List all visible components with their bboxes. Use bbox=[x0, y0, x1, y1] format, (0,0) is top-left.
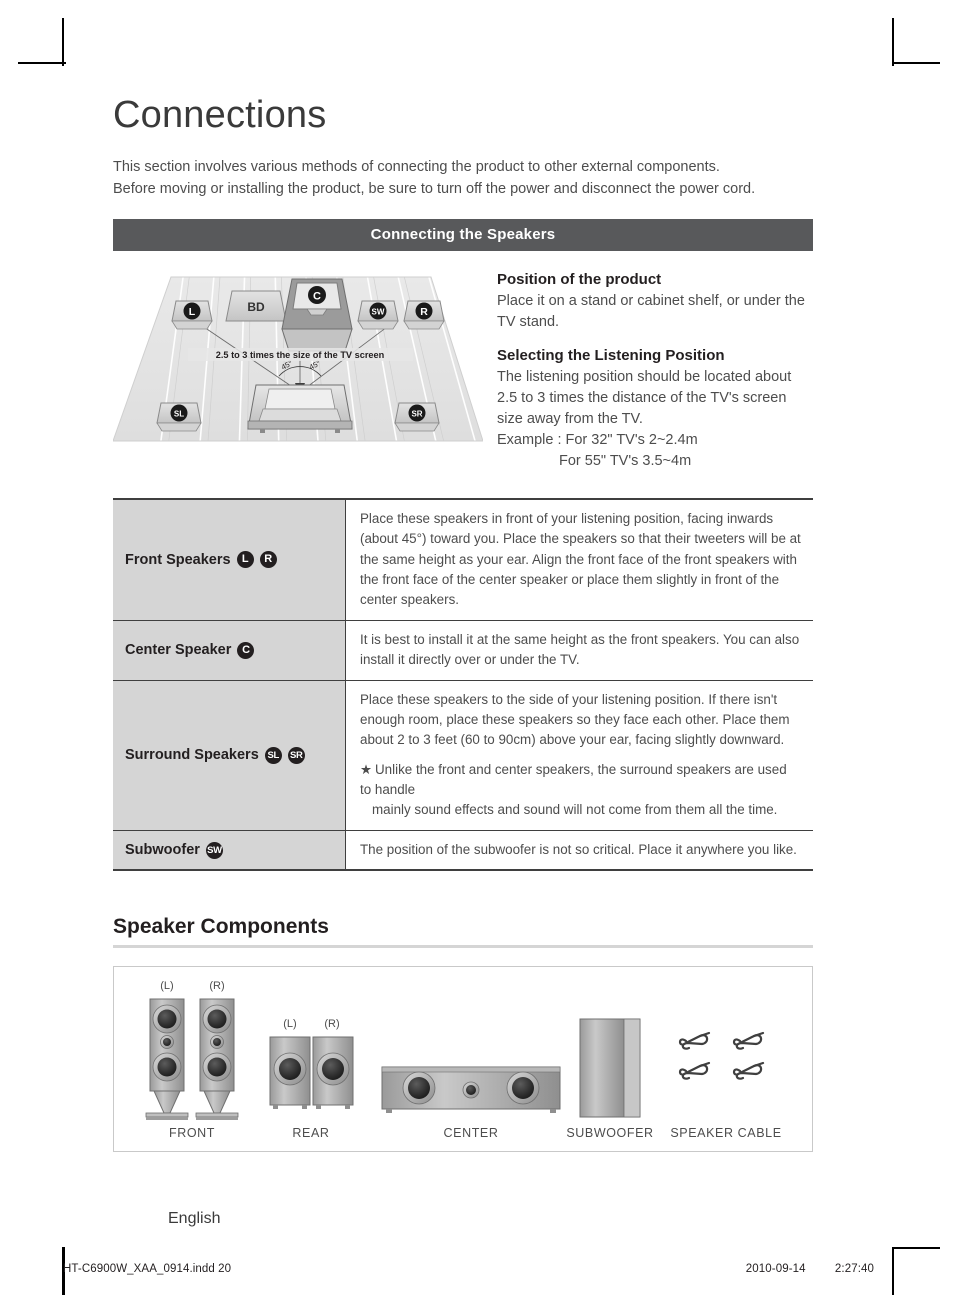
svg-text:FRONT: FRONT bbox=[169, 1126, 215, 1140]
note-text: Unlike the front and center speakers, th… bbox=[360, 761, 787, 798]
speaker-right: R bbox=[403, 300, 445, 330]
intro-line-2: Before moving or installing the product,… bbox=[113, 181, 756, 198]
speaker-left: L bbox=[171, 300, 213, 330]
crop-mark-top-left-h bbox=[18, 62, 66, 64]
position-info-column: Position of the product Place it on a st… bbox=[497, 263, 813, 472]
speaker-placement-table: Front Speakers L R Place these speakers … bbox=[113, 497, 814, 872]
tv-and-center-speaker: C bbox=[281, 278, 353, 352]
badge-sl-icon: SL bbox=[264, 746, 282, 764]
position-body-2-text: The listening position should be located… bbox=[497, 368, 792, 427]
crop-mark-top-left-v bbox=[62, 18, 64, 66]
rear-speaker-illustration: (L) (R) REAR bbox=[269, 1018, 354, 1140]
svg-text:SUBWOOFER: SUBWOOFER bbox=[566, 1126, 653, 1140]
table-row-label-front: Front Speakers L R bbox=[113, 498, 346, 621]
desc-main: Place these speakers to the side of your… bbox=[360, 691, 790, 748]
placement-overview: BD C L SW R SL SR 45° 45° 2.5 to 3 times… bbox=[112, 263, 813, 472]
row-label-text: Center Speaker bbox=[125, 642, 232, 659]
speaker-cable-caption: SPEAKER CABLE bbox=[670, 1126, 781, 1140]
language-label: English bbox=[168, 1210, 221, 1227]
svg-text:(R): (R) bbox=[209, 980, 224, 992]
speaker-surround-left: SL bbox=[156, 402, 202, 432]
svg-text:(L): (L) bbox=[283, 1018, 296, 1030]
position-body-2: The listening position should be located… bbox=[497, 367, 813, 472]
bd-unit: BD bbox=[225, 290, 287, 322]
speaker-surround-right: SR bbox=[394, 402, 440, 432]
svg-text:SL: SL bbox=[174, 409, 184, 418]
intro-paragraph: This section involves various methods of… bbox=[113, 156, 813, 201]
page-content: Connections This section involves variou… bbox=[112, 94, 814, 1153]
svg-text:CENTER: CENTER bbox=[444, 1126, 499, 1140]
footer-timestamp: 2010-09-14 2:27:40 bbox=[720, 1263, 874, 1275]
badge-l-icon: L bbox=[236, 551, 254, 569]
row-label-text: Front Speakers bbox=[125, 551, 231, 568]
table-row-label-surround: Surround Speakers SL SR bbox=[113, 680, 346, 831]
svg-text:R: R bbox=[420, 306, 428, 318]
crop-mark-bottom-right-h bbox=[892, 1247, 940, 1249]
note-text-cont: mainly sound effects and sound will not … bbox=[372, 802, 778, 818]
badge-sw-icon: SW bbox=[205, 841, 223, 859]
table-row-label-subwoofer: Subwoofer SW bbox=[113, 830, 346, 871]
diagram-caption: 2.5 to 3 times the size of the TV screen bbox=[216, 350, 385, 360]
table-row: Subwoofer SW The position of the subwoof… bbox=[113, 830, 813, 871]
desc-note: ★ Unlike the front and center speakers, t… bbox=[360, 760, 801, 821]
table-row-desc-subwoofer: The position of the subwoofer is not so … bbox=[360, 841, 797, 857]
position-example-2: For 55" TV's 3.5~4m bbox=[559, 452, 692, 469]
badge-r-icon: R bbox=[259, 551, 277, 569]
listening-position-sofa bbox=[247, 384, 353, 433]
note-star-icon: ★ bbox=[360, 761, 373, 777]
table-row: Center Speaker C It is best to install i… bbox=[113, 620, 813, 681]
table-row: Front Speakers L R Place these speakers … bbox=[113, 498, 813, 621]
room-layout-diagram: BD C L SW R SL SR 45° 45° 2.5 to 3 times… bbox=[112, 263, 484, 455]
crop-mark-top-right-v bbox=[892, 18, 894, 66]
speaker-subwoofer: SW bbox=[357, 300, 399, 330]
table-row-desc-center: It is best to install it at the same hei… bbox=[360, 631, 800, 668]
position-heading-1: Position of the product bbox=[497, 270, 662, 288]
footer-time: 2:27:40 bbox=[834, 1263, 874, 1275]
table-row-desc-front: Place these speakers in front of your li… bbox=[360, 510, 801, 608]
footer-date: 2010-09-14 bbox=[745, 1263, 806, 1275]
speaker-components-heading: Speaker Components bbox=[113, 915, 813, 949]
speaker-components-svg: (L) (R) FRONT (L) (R) REAR CENTER SUBWOO… bbox=[145, 980, 781, 1140]
svg-text:(L): (L) bbox=[160, 980, 173, 992]
badge-c-icon: C bbox=[237, 641, 255, 659]
row-label-text: Subwoofer bbox=[125, 842, 200, 858]
room-diagram-svg: BD C L SW R SL SR 45° 45° 2.5 to 3 times… bbox=[112, 276, 484, 442]
svg-text:(R): (R) bbox=[324, 1018, 339, 1030]
front-speaker-illustration: (L) (R) FRONT bbox=[145, 980, 239, 1140]
table-row-desc-surround: Place these speakers to the side of your… bbox=[346, 680, 814, 830]
row-label-text: Surround Speakers bbox=[125, 747, 259, 764]
position-heading-2: Selecting the Listening Position bbox=[497, 346, 725, 364]
position-example-1: Example : For 32" TV's 2~2.4m bbox=[497, 431, 698, 448]
page-title: Connections bbox=[113, 94, 327, 136]
svg-text:BD: BD bbox=[247, 300, 265, 314]
manual-page: Connections This section involves variou… bbox=[0, 0, 954, 1307]
svg-text:SW: SW bbox=[372, 307, 385, 316]
speaker-components-box: (L) (R) FRONT (L) (R) REAR CENTER SUBWOO… bbox=[113, 966, 813, 1153]
table-row-label-center: Center Speaker C bbox=[113, 620, 346, 681]
section-header-bar: Connecting the Speakers bbox=[113, 218, 813, 251]
crop-mark-top-right-h bbox=[892, 62, 940, 64]
svg-text:REAR: REAR bbox=[292, 1126, 329, 1140]
position-body-1: Place it on a stand or cabinet shelf, or… bbox=[497, 292, 805, 330]
speaker-cable-illustration bbox=[678, 1032, 765, 1080]
intro-line-1: This section involves various methods of… bbox=[113, 158, 720, 175]
badge-sr-icon: SR bbox=[287, 746, 305, 764]
subwoofer-illustration: SUBWOOFER bbox=[566, 1018, 653, 1140]
table-row: Surround Speakers SL SR Place these spea… bbox=[113, 680, 814, 831]
center-speaker-illustration: CENTER bbox=[381, 1066, 561, 1140]
svg-text:L: L bbox=[189, 306, 196, 318]
crop-mark-bottom-right-v bbox=[892, 1247, 894, 1295]
footer-file-name: HT-C6900W_XAA_0914.indd 20 bbox=[63, 1263, 232, 1275]
svg-text:SR: SR bbox=[411, 409, 422, 418]
svg-text:C: C bbox=[313, 290, 321, 302]
